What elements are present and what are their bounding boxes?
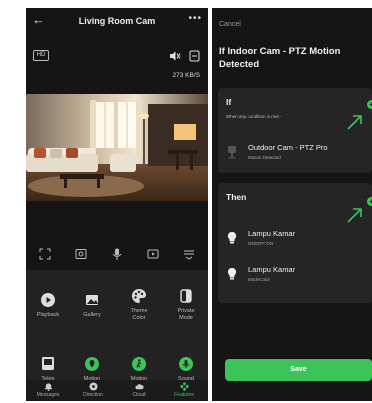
- cancel-button[interactable]: Cancel: [219, 21, 241, 28]
- sd-card-icon[interactable]: [189, 50, 200, 62]
- feature-motion-tracking[interactable]: Motion: [119, 356, 159, 383]
- feature-motion-location[interactable]: Motion: [72, 356, 112, 383]
- device-state: Motion Detected: [248, 155, 281, 160]
- light-bulb-icon: [227, 231, 237, 244]
- mute-icon[interactable]: [169, 50, 181, 62]
- device-name: Lampu Kamar: [248, 265, 296, 274]
- bell-icon: [44, 383, 52, 391]
- then-heading: Then: [226, 192, 247, 202]
- cloud-icon: [134, 384, 144, 390]
- mic-icon: [179, 357, 193, 371]
- video-controls: [26, 244, 208, 264]
- feature-playback[interactable]: Playback: [28, 292, 68, 319]
- image-icon: [86, 295, 98, 305]
- microphone-icon[interactable]: [110, 247, 124, 261]
- camera-title: Living Room Cam: [78, 16, 156, 26]
- location-icon: [85, 357, 99, 371]
- feature-label: Theme Color: [130, 308, 148, 321]
- feature-sound[interactable]: Sound: [166, 356, 206, 383]
- if-condition-card: If When any condition is met - + Outdoor…: [218, 88, 372, 173]
- then-action-card: Then + Lampu Kamar ON/OFF:ON Lampu Kamar…: [218, 183, 372, 303]
- feature-gallery[interactable]: Gallery: [72, 292, 112, 319]
- feature-telep[interactable]: Telep: [28, 356, 68, 383]
- feature-label: Private Mode: [177, 308, 195, 321]
- palette-icon: [132, 289, 146, 303]
- bitrate-readout: 273 KB/S: [172, 72, 200, 79]
- tab-messages[interactable]: Messages: [28, 382, 68, 398]
- save-button[interactable]: Save: [225, 359, 372, 381]
- dpad-icon: [88, 382, 98, 391]
- feature-private-mode[interactable]: Private Mode: [166, 288, 206, 321]
- tab-label: Messages: [36, 392, 60, 398]
- add-action-button[interactable]: +: [367, 197, 372, 206]
- device-state: ModeColor: [248, 277, 271, 282]
- camera-screen: ← Living Room Cam ••• HD 273 KB/S Playba…: [26, 8, 208, 401]
- hd-quality-button[interactable]: HD: [33, 50, 49, 61]
- features-grid: Playback Gallery Theme Color Private Mod…: [26, 270, 208, 383]
- tab-cloud[interactable]: Cloud: [119, 382, 159, 398]
- tab-label: Features: [174, 392, 194, 398]
- record-video-icon[interactable]: [146, 247, 160, 261]
- tab-label: Cloud: [132, 392, 146, 398]
- condition-subtext: When any condition is met -: [226, 114, 282, 119]
- tab-features[interactable]: Features: [164, 382, 204, 398]
- tablet-icon: [42, 357, 54, 370]
- top-bar: ← Living Room Cam •••: [26, 8, 208, 34]
- feature-label: Gallery: [83, 312, 101, 318]
- live-video-feed[interactable]: [26, 94, 208, 201]
- camera-device-icon: [228, 146, 236, 159]
- device-name: Outdoor Cam - PTZ Pro: [248, 143, 328, 152]
- if-heading: If: [226, 97, 232, 107]
- feature-theme-color[interactable]: Theme Color: [119, 288, 159, 321]
- screenshot-icon[interactable]: [74, 247, 88, 261]
- tab-label: Direction: [83, 392, 103, 398]
- arrow-up-right-icon: [347, 115, 362, 130]
- fullscreen-icon[interactable]: [38, 247, 52, 261]
- privacy-icon: [180, 289, 192, 303]
- arrow-up-right-icon: [347, 208, 362, 223]
- device-name: Lampu Kamar: [248, 229, 296, 238]
- device-state: ON/OFF:ON: [248, 241, 273, 246]
- menu-collapse-icon[interactable]: [182, 247, 196, 261]
- walk-icon: [132, 357, 146, 371]
- light-bulb-icon: [227, 267, 237, 280]
- automation-rule-screen: Cancel If Indoor Cam - PTZ Motion Detect…: [212, 8, 372, 401]
- rule-title: If Indoor Cam - PTZ Motion Detected: [219, 46, 341, 70]
- bottom-tab-bar: Messages Direction Cloud Features: [26, 380, 208, 401]
- add-condition-button[interactable]: +: [367, 100, 372, 109]
- features-icon: [179, 382, 189, 391]
- more-options-icon[interactable]: •••: [188, 13, 202, 24]
- tab-direction[interactable]: Direction: [73, 382, 113, 398]
- feature-label: Playback: [36, 312, 60, 318]
- play-icon: [41, 293, 55, 307]
